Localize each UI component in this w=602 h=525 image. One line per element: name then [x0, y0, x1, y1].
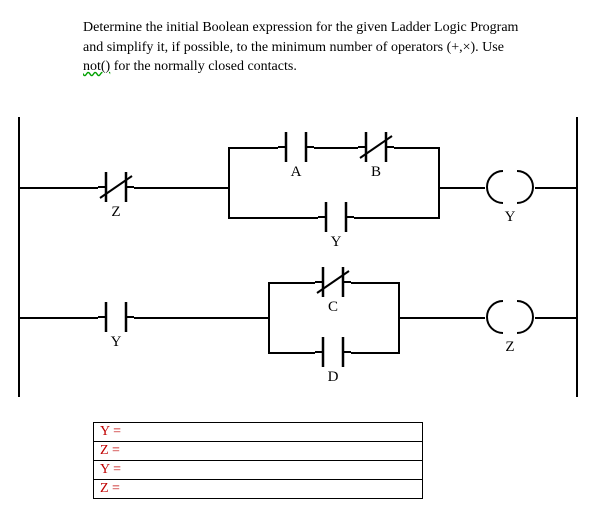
wire: [228, 147, 278, 149]
wire: [438, 187, 485, 189]
answer-row-z1[interactable]: Z =: [94, 441, 423, 460]
wire: [438, 147, 440, 219]
contact-label: Y: [318, 234, 354, 251]
contact-label: B: [358, 164, 394, 181]
contact-y2-no: Y: [98, 302, 134, 332]
answer-row-z2[interactable]: Z =: [94, 479, 423, 498]
contact-b-nc: B: [358, 132, 394, 162]
wire: [535, 187, 578, 189]
contact-label: A: [278, 164, 314, 181]
no-contact-icon: [315, 337, 351, 367]
answer-row-y2[interactable]: Y =: [94, 460, 423, 479]
no-contact-icon: [98, 302, 134, 332]
wire: [228, 217, 318, 219]
problem-not-keyword: not(): [83, 59, 110, 74]
wire: [228, 147, 230, 219]
wire: [314, 147, 358, 149]
wire: [394, 147, 440, 149]
contact-label: Z: [98, 204, 134, 221]
problem-line-1: Determine the initial Boolean expression…: [83, 20, 518, 35]
nc-contact-icon: [358, 132, 394, 162]
wire: [351, 352, 400, 354]
problem-statement: Determine the initial Boolean expression…: [83, 18, 564, 77]
wire: [18, 187, 98, 189]
wire: [268, 352, 315, 354]
coil-icon: [485, 169, 535, 205]
wire: [268, 282, 315, 284]
contact-a-no: A: [278, 132, 314, 162]
nc-contact-icon: [315, 267, 351, 297]
wire: [535, 317, 578, 319]
contact-label: D: [315, 369, 351, 386]
wire: [268, 282, 270, 354]
contact-z-nc: Z: [98, 172, 134, 202]
answer-table: Y = Z = Y = Z =: [93, 422, 423, 499]
problem-line-2a: and simplify it, if possible, to the min…: [83, 40, 504, 55]
contact-y-no: Y: [318, 202, 354, 232]
answer-row-y1[interactable]: Y =: [94, 422, 423, 441]
wire: [134, 317, 268, 319]
nc-contact-icon: [98, 172, 134, 202]
contact-c-nc: C: [315, 267, 351, 297]
contact-label: Y: [98, 334, 134, 351]
wire: [18, 317, 98, 319]
ladder-diagram: Z A B Y: [18, 117, 578, 397]
coil-label: Y: [485, 209, 535, 226]
problem-line-2c: for the normally closed contacts.: [110, 59, 297, 74]
wire: [134, 187, 228, 189]
no-contact-icon: [278, 132, 314, 162]
wire: [351, 282, 400, 284]
wire: [354, 217, 440, 219]
contact-d-no: D: [315, 337, 351, 367]
no-contact-icon: [318, 202, 354, 232]
coil-label: Z: [485, 339, 535, 356]
contact-label: C: [315, 299, 351, 316]
coil-z: Z: [485, 299, 535, 335]
coil-y: Y: [485, 169, 535, 205]
wire: [398, 317, 485, 319]
coil-icon: [485, 299, 535, 335]
